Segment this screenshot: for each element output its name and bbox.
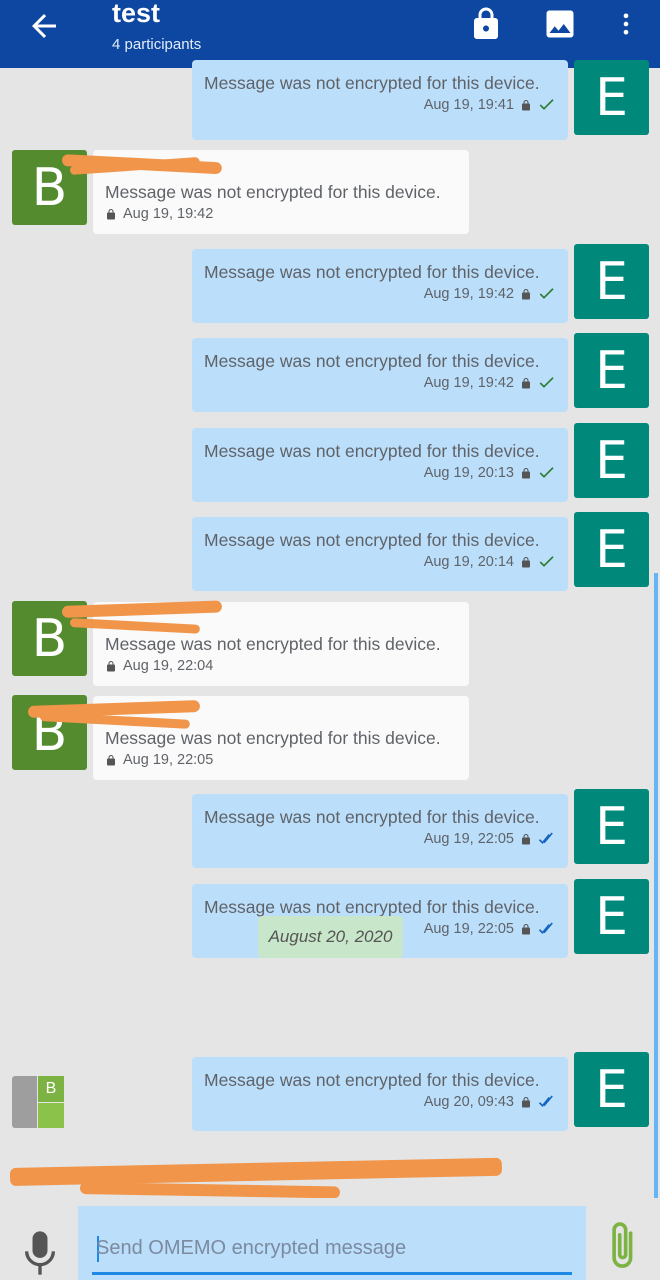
message-meta: Aug 19, 22:05 <box>424 921 556 937</box>
read-check-icon <box>538 1095 553 1107</box>
app-bar: test 4 participants <box>0 0 660 68</box>
sent-check-icon <box>539 288 554 299</box>
message-text: Message was not encrypted for this devic… <box>105 182 441 202</box>
sender-avatar[interactable]: E <box>574 1052 649 1127</box>
encryption-lock-icon <box>522 99 530 110</box>
sent-check-icon <box>539 377 554 388</box>
encryption-lock-icon <box>107 660 115 671</box>
participants-count[interactable]: 4 participants <box>112 36 201 53</box>
message-timestamp: Aug 19, 20:14 <box>423 554 514 570</box>
message-meta: Aug 20, 09:43 <box>424 1094 556 1110</box>
message-meta: Aug 19, 19:42 <box>105 206 213 222</box>
message-text: Message was not encrypted for this devic… <box>204 73 540 93</box>
message-text: Message was not encrypted for this devic… <box>204 807 540 827</box>
message-timestamp: Aug 19, 22:05 <box>423 921 514 937</box>
read-marker-avatars: B <box>12 1076 64 1128</box>
sent-check-icon <box>539 556 554 567</box>
encryption-lock-icon <box>522 377 530 388</box>
encryption-lock-icon <box>522 1096 530 1107</box>
paperclip-icon[interactable] <box>604 1220 644 1276</box>
microphone-icon[interactable] <box>20 1228 60 1278</box>
outgoing-message[interactable]: Message was not encrypted for this devic… <box>192 517 568 591</box>
outgoing-message[interactable]: Message was not encrypted for this devic… <box>192 794 568 868</box>
input-underline <box>92 1272 572 1275</box>
sent-check-icon <box>539 467 554 478</box>
encryption-lock-icon <box>522 288 530 299</box>
message-text: Message was not encrypted for this devic… <box>204 262 540 282</box>
sender-avatar[interactable]: E <box>574 60 649 135</box>
lock-icon[interactable] <box>468 4 504 44</box>
outgoing-message[interactable]: Message was not encrypted for this devic… <box>192 1057 568 1131</box>
reader-avatar <box>12 1076 37 1128</box>
sender-avatar[interactable]: E <box>574 333 649 408</box>
message-meta: Aug 19, 22:05 <box>424 831 556 847</box>
message-timestamp: Aug 20, 09:43 <box>423 1094 514 1110</box>
message-meta: Aug 19, 20:14 <box>424 554 556 570</box>
message-text: Message was not encrypted for this devic… <box>204 1070 540 1090</box>
message-text: Message was not encrypted for this devic… <box>105 634 441 654</box>
message-text: Message was not encrypted for this devic… <box>204 351 540 371</box>
message-text: Message was not encrypted for this devic… <box>105 728 441 748</box>
read-check-icon <box>538 832 553 844</box>
message-text: Message was not encrypted for this devic… <box>204 441 540 461</box>
message-timestamp: Aug 19, 22:05 <box>123 752 214 768</box>
compose-bar <box>0 1198 660 1280</box>
image-icon[interactable] <box>542 4 578 44</box>
message-timestamp: Aug 19, 19:41 <box>423 97 514 113</box>
message-meta: Aug 19, 22:05 <box>105 752 213 768</box>
date-separator: August 20, 2020 <box>258 916 403 958</box>
message-timestamp: Aug 19, 19:42 <box>423 375 514 391</box>
sender-avatar[interactable]: E <box>574 244 649 319</box>
message-timestamp: Aug 19, 20:13 <box>423 465 514 481</box>
outgoing-message[interactable]: Message was not encrypted for this devic… <box>192 60 568 140</box>
message-meta: Aug 19, 22:04 <box>105 658 213 674</box>
scrollbar[interactable] <box>654 573 658 1273</box>
outgoing-message[interactable]: Message was not encrypted for this devic… <box>192 338 568 412</box>
sender-avatar[interactable]: E <box>574 789 649 864</box>
reader-avatar: B <box>38 1076 64 1102</box>
encryption-lock-icon <box>522 833 530 844</box>
message-timestamp: Aug 19, 22:04 <box>123 658 214 674</box>
message-timestamp: Aug 19, 19:42 <box>423 286 514 302</box>
encryption-lock-icon <box>522 467 530 478</box>
message-timestamp: Aug 19, 19:42 <box>123 206 214 222</box>
arrow-left-icon[interactable] <box>26 8 62 44</box>
sender-avatar[interactable]: E <box>574 512 649 587</box>
more-vert-icon[interactable] <box>612 4 640 44</box>
encryption-lock-icon <box>107 754 115 765</box>
message-input-container[interactable] <box>78 1206 586 1280</box>
outgoing-message[interactable]: Message was not encrypted for this devic… <box>192 428 568 502</box>
conversation-title[interactable]: test <box>112 0 160 29</box>
encryption-lock-icon <box>522 923 530 934</box>
read-check-icon <box>538 922 553 934</box>
message-meta: Aug 19, 19:42 <box>424 375 556 391</box>
message-timestamp: Aug 19, 22:05 <box>423 831 514 847</box>
sent-check-icon <box>539 99 554 110</box>
sender-avatar[interactable]: E <box>574 423 649 498</box>
encryption-lock-icon <box>107 208 115 219</box>
message-meta: Aug 19, 20:13 <box>424 465 556 481</box>
encryption-lock-icon <box>522 556 530 567</box>
message-text: Message was not encrypted for this devic… <box>204 530 540 550</box>
reader-avatar <box>38 1103 64 1128</box>
sender-avatar[interactable]: E <box>574 879 649 954</box>
message-text: Message was not encrypted for this devic… <box>204 897 540 917</box>
message-meta: Aug 19, 19:42 <box>424 286 556 302</box>
outgoing-message[interactable]: Message was not encrypted for this devic… <box>192 249 568 323</box>
message-input[interactable] <box>96 1232 566 1264</box>
message-meta: Aug 19, 19:41 <box>424 97 556 113</box>
